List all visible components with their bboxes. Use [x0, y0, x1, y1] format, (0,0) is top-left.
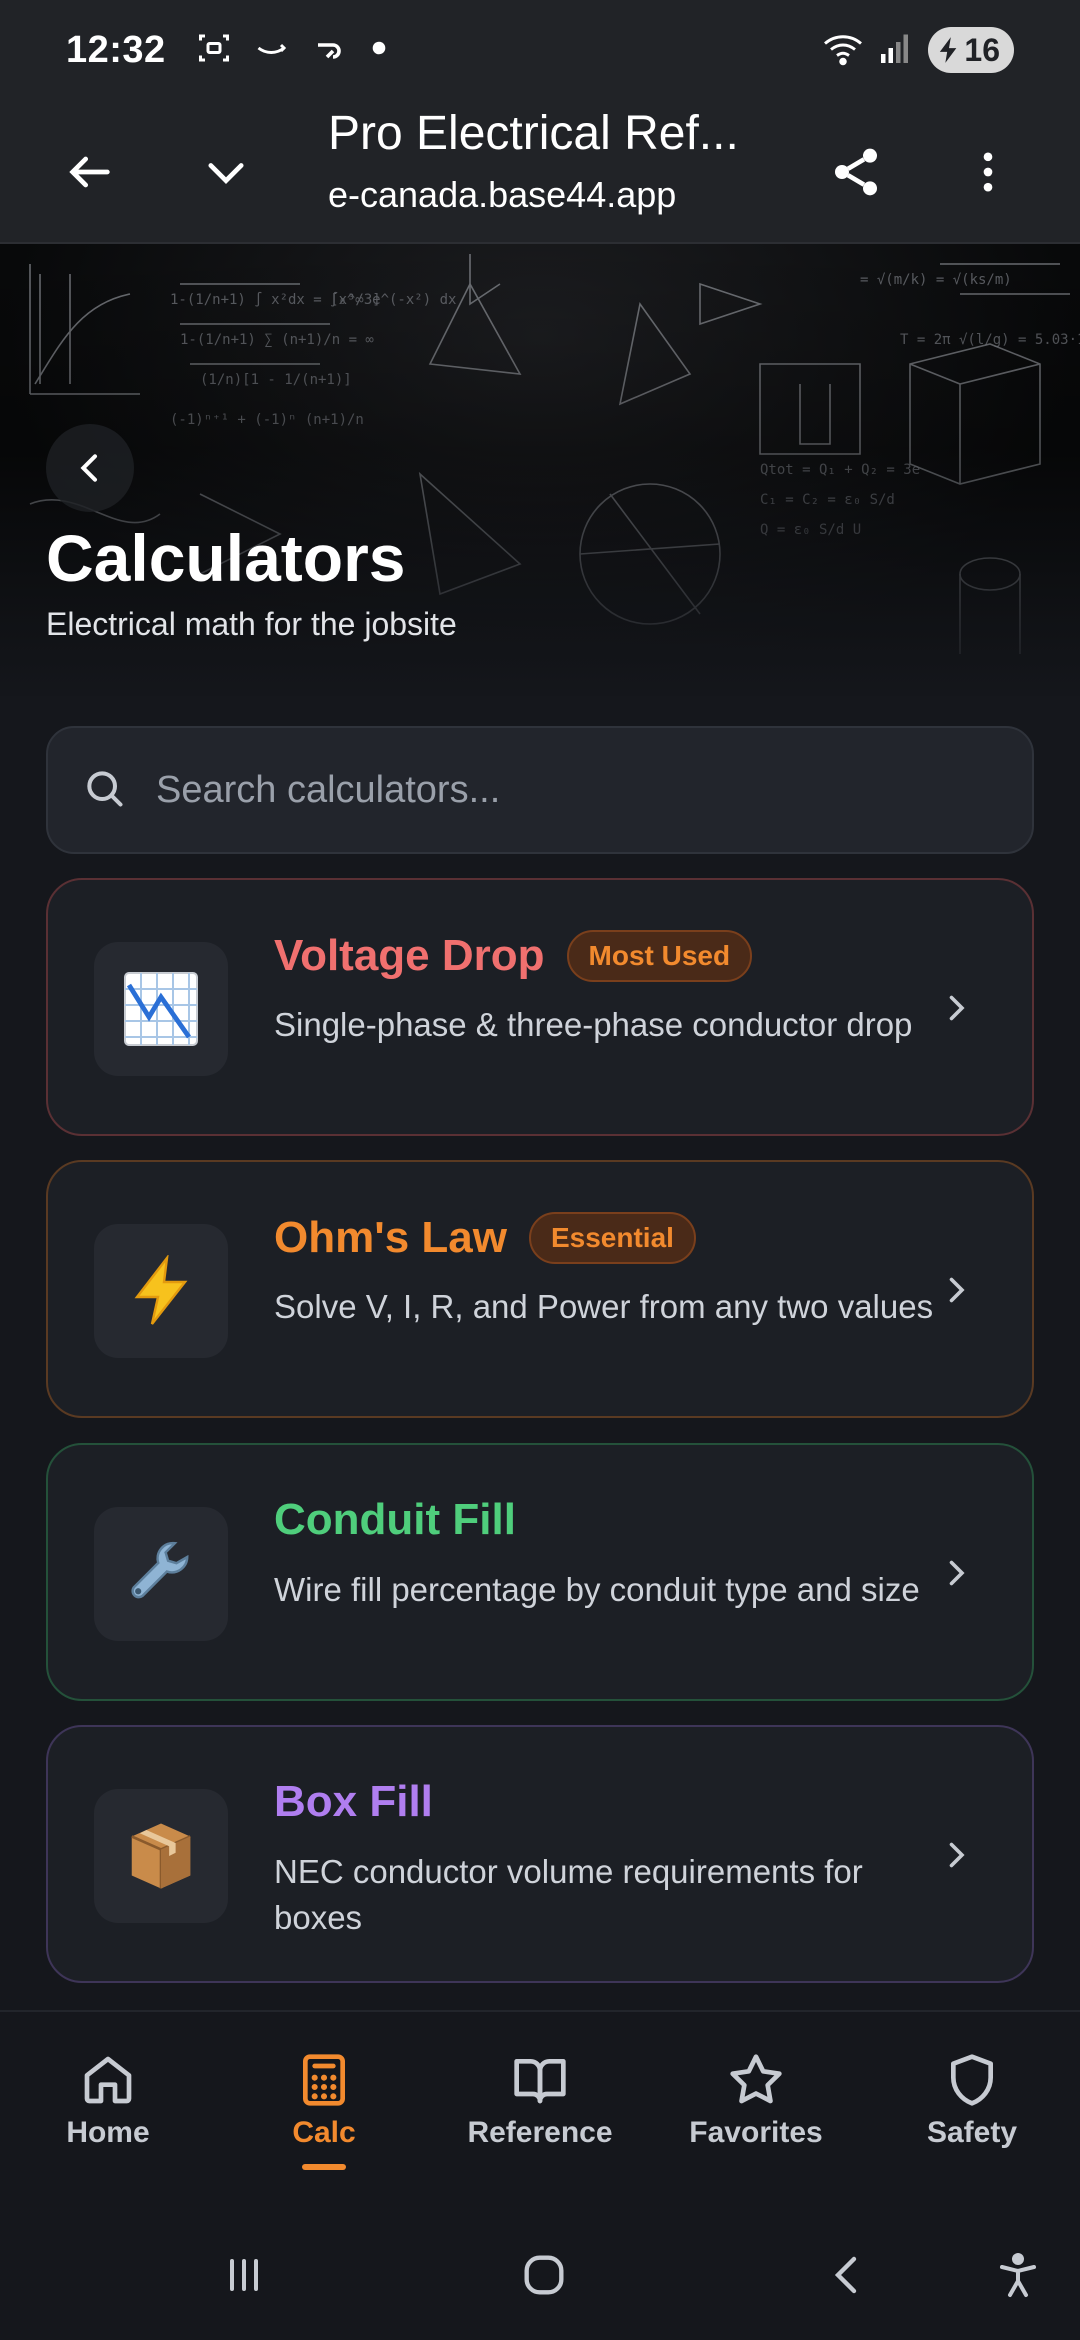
- card-title: Voltage Drop: [274, 931, 545, 980]
- calculator-card-voltage-drop[interactable]: Voltage Drop Most Used Single-phase & th…: [46, 878, 1034, 1136]
- browser-page-title[interactable]: Pro Electrical Ref...: [328, 106, 758, 161]
- back-arrow-icon[interactable]: [54, 136, 126, 208]
- share-icon[interactable]: [820, 136, 892, 208]
- badge-essential: Essential: [528, 1212, 696, 1264]
- card-title-row: Ohm's Law Essential: [274, 1212, 696, 1264]
- hero-back-button[interactable]: [46, 424, 134, 512]
- dot-icon: [370, 39, 388, 62]
- card-title-row: Conduit Fill: [274, 1495, 516, 1545]
- nav-item-safety[interactable]: Safety: [864, 2012, 1080, 2200]
- browser-toolbar: Pro Electrical Ref... e-canada.base44.ap…: [0, 100, 1080, 244]
- nav-label: Calc: [292, 2116, 356, 2149]
- calculator-card-conduit-fill[interactable]: Conduit Fill Wire fill percentage by con…: [46, 1443, 1034, 1701]
- card-title: Ohm's Law: [274, 1213, 507, 1262]
- search-input[interactable]: [156, 768, 976, 812]
- bottom-navigation: Home Calc Reference Favorites Safety: [0, 2010, 1080, 2200]
- shield-icon: [951, 2054, 993, 2106]
- notification-icon: [312, 30, 348, 71]
- nav-item-favorites[interactable]: Favorites: [648, 2012, 864, 2200]
- card-description: Solve V, I, R, and Power from any two va…: [274, 1288, 934, 1325]
- chevron-right-icon: [932, 1266, 980, 1314]
- calculator-card-ohms-law[interactable]: Ohm's Law Essential Solve V, I, R, and P…: [46, 1160, 1034, 1418]
- nav-item-calc[interactable]: Calc: [216, 2012, 432, 2200]
- home-icon: [84, 2056, 132, 2104]
- page-title: Calculators: [46, 521, 406, 595]
- chevron-right-icon: [932, 1549, 980, 1597]
- wrench-icon: [94, 1507, 228, 1641]
- status-icons-left: [196, 30, 388, 71]
- status-bar: 12:32 16: [0, 0, 1080, 100]
- chevron-right-icon: [932, 1831, 980, 1879]
- hero-banner: 1-(1/n+1) ∫ x²dx = [x³/3] 1-(1/n+1) ∑ (n…: [0, 244, 1080, 696]
- active-indicator: [302, 2164, 346, 2170]
- card-title: Box Fill: [274, 1777, 433, 1826]
- more-vert-icon[interactable]: [952, 136, 1024, 208]
- nav-item-home[interactable]: Home: [0, 2012, 216, 2200]
- nav-label: Home: [66, 2116, 150, 2149]
- search-icon: [82, 766, 126, 815]
- chevron-left-icon: [80, 454, 97, 482]
- book-icon: [514, 2059, 566, 2104]
- nav-item-reference[interactable]: Reference: [432, 2012, 648, 2200]
- calculator-icon: [303, 2054, 345, 2106]
- chevron-right-icon: [932, 984, 980, 1032]
- battery-icon: 16: [928, 27, 1014, 73]
- card-description: Single-phase & three-phase conductor dro…: [274, 1006, 913, 1043]
- signal-icon: [878, 30, 914, 71]
- package-icon: [94, 1789, 228, 1923]
- status-time: 12:32: [66, 28, 166, 71]
- status-icons-right: 16: [822, 27, 1014, 73]
- accessibility-icon[interactable]: [978, 2240, 1058, 2310]
- card-title: Conduit Fill: [274, 1495, 516, 1544]
- lightning-icon: [94, 1224, 228, 1358]
- nav-label: Safety: [926, 2116, 1018, 2149]
- star-icon: [730, 2054, 782, 2104]
- battery-level: 16: [964, 31, 1000, 68]
- chart-decreasing-icon: [94, 942, 228, 1076]
- badge-most-used: Most Used: [566, 930, 753, 982]
- card-description: NEC conductor volume requirements for bo…: [274, 1853, 863, 1936]
- card-description: Wire fill percentage by conduit type and…: [274, 1571, 920, 1608]
- home-circle-icon[interactable]: [504, 2240, 584, 2310]
- wifi-icon: [822, 30, 864, 71]
- nav-label: Favorites: [689, 2116, 823, 2149]
- search-bar[interactable]: [46, 726, 1034, 854]
- recents-icon[interactable]: [204, 2240, 284, 2310]
- calculator-card-box-fill[interactable]: Box Fill NEC conductor volume requiremen…: [46, 1725, 1034, 1983]
- chevron-down-icon[interactable]: [190, 136, 262, 208]
- system-navigation-bar: [0, 2200, 1080, 2340]
- browser-url[interactable]: e-canada.base44.app: [328, 174, 728, 216]
- amazon-icon: [254, 30, 290, 71]
- page-subtitle: Electrical math for the jobsite: [46, 606, 457, 642]
- card-title-row: Box Fill: [274, 1777, 433, 1827]
- back-icon[interactable]: [808, 2240, 888, 2310]
- screenshot-icon: [196, 30, 232, 71]
- card-title-row: Voltage Drop Most Used: [274, 930, 753, 982]
- nav-label: Reference: [467, 2116, 613, 2149]
